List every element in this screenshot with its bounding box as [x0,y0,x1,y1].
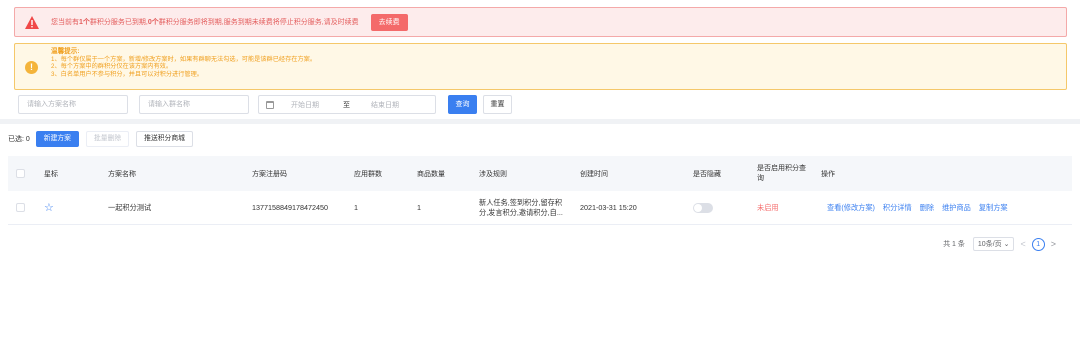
header-reg-code: 方案注册码 [252,170,287,178]
tips-line: 3、白名单用户不参与积分，并且可以对积分进行管理。 [51,70,203,78]
star-icon[interactable]: ☆ [44,201,54,214]
rules-line: 分,发言积分,邀请积分,自... [479,207,563,217]
reset-button[interactable]: 重置 [483,95,512,114]
expiry-text-suffix: 群积分服务即将到期,服务到期未续费将停止积分服务,请及时续费 [158,19,359,26]
date-separator: 至 [343,102,350,109]
next-page-icon[interactable]: > [1051,239,1056,249]
header-actions: 操作 [821,170,835,178]
expired-count: 1个 [79,19,90,26]
header-star: 星标 [44,170,58,178]
rules-line: 新人任务,签到积分,留存积 [479,197,563,207]
filter-bar: 请输入方案名称 请输入群名称 开始日期 至 结束日期 查询 重置 [18,95,538,114]
row-star-cell: ☆ [44,191,54,224]
plan-name-input[interactable]: 请输入方案名称 [18,95,128,114]
table-toolbar: 已选: 0 新建方案 批量删除 推送积分商城 [8,131,200,147]
header-rules: 涉及规则 [479,170,507,178]
header-goods: 商品数量 [417,170,445,178]
page-number[interactable]: 1 [1031,237,1045,251]
expiring-count: 0个 [147,19,159,26]
tips-alert: ! 温馨提示: 1、每个群仅属于一个方案，新增/修改方案时，如果有群聊无法勾选，… [14,43,1067,90]
renew-button[interactable]: 去续费 [370,13,408,31]
header-query-line: 询 [757,174,764,182]
rules-text: 新人任务,签到积分,留存积 分,发言积分,邀请积分,自... [479,198,571,218]
row-groups: 1 [354,203,358,212]
row-plan-name: 一起积分测试 [108,202,152,212]
selected-count: 已选: 0 [8,136,30,143]
row-checkbox[interactable] [16,203,25,212]
pager-total: 共 1 条 [943,241,965,248]
table-panel: 已选: 0 新建方案 批量删除 推送积分商城 星标 方案名称 方案注册码 应用群… [0,124,1080,362]
exclamation-circle-icon: ! [25,61,38,74]
search-button[interactable]: 查询 [448,95,477,114]
end-date-input[interactable]: 结束日期 [371,100,399,110]
row-actions: 查看(修改方案) 积分详情 删除 维护商品 复制方案 [827,191,1016,224]
page-size-select[interactable]: 10条/页 ⌄ [972,237,1015,251]
expiry-text-mid: 群积分服务已到期, [89,19,148,26]
header-groups: 应用群数 [354,170,382,178]
row-rules: 新人任务,签到积分,留存积 分,发言积分,邀请积分,自... [479,191,571,224]
header-query-enabled: 是否启用积分查 询 [757,156,806,191]
tips-title: 温馨提示: [51,48,80,55]
table-row: ☆ 一起积分测试 1377158849178472450 1 1 新人任务,签到… [8,191,1072,225]
top-panel: 您当前有 1个 群积分服务已到期, 0个 群积分服务即将到期,服务到期未续费将停… [0,0,1080,119]
select-all-checkbox[interactable] [16,169,25,178]
tips-content: 温馨提示: 1、每个群仅属于一个方案，新增/修改方案时，如果有群聊无法勾选，可能… [51,48,316,78]
row-goods: 1 [417,203,421,212]
points-detail-link[interactable]: 积分详情 [883,203,912,213]
batch-delete-button[interactable]: 批量删除 [85,131,130,147]
warning-triangle-icon [25,15,39,29]
new-plan-button[interactable]: 新建方案 [35,131,79,147]
table-header: 星标 方案名称 方案注册码 应用群数 商品数量 涉及规则 创建时间 是否隐藏 是… [8,156,1072,191]
expiry-alert: 您当前有 1个 群积分服务已到期, 0个 群积分服务即将到期,服务到期未续费将停… [14,7,1067,37]
maintain-goods-link[interactable]: 维护商品 [942,203,971,213]
view-edit-plan-link[interactable]: 查看(修改方案) [827,203,875,213]
pagination: 共 1 条 10条/页 ⌄ < 1 > [943,237,1062,251]
delete-link[interactable]: 删除 [920,203,934,213]
push-mall-button[interactable]: 推送积分商城 [136,131,193,147]
header-hidden: 是否隐藏 [693,170,721,178]
plan-table: 星标 方案名称 方案注册码 应用群数 商品数量 涉及规则 创建时间 是否隐藏 是… [8,156,1072,225]
row-select-cell [16,191,25,224]
row-hidden-cell [693,191,713,224]
header-name: 方案名称 [108,170,136,178]
row-created: 2021-03-31 15:20 [580,203,637,212]
tips-line: 2、每个方案中的群积分仅在该方案内有效。 [51,63,173,71]
chevron-down-icon: ⌄ [1003,241,1010,248]
group-name-input[interactable]: 请输入群名称 [139,95,249,114]
date-range-picker[interactable]: 开始日期 至 结束日期 [258,95,436,114]
header-select-cell [16,156,25,191]
header-created: 创建时间 [580,170,608,178]
copy-plan-link[interactable]: 复制方案 [979,203,1008,213]
header-query-line: 是否启用积分查 [757,164,806,172]
row-reg-code: 1377158849178472450 [252,203,328,212]
page-size-value: 10条/页 [977,241,1002,248]
start-date-input[interactable]: 开始日期 [291,100,319,110]
calendar-icon [266,101,274,109]
row-query-status: 未启用 [757,202,779,212]
hidden-toggle[interactable] [693,202,713,213]
prev-page-icon[interactable]: < [1020,239,1025,249]
expiry-text-prefix: 您当前有 [51,19,79,26]
expiry-alert-text: 您当前有 1个 群积分服务已到期, 0个 群积分服务即将到期,服务到期未续费将停… [51,17,359,27]
